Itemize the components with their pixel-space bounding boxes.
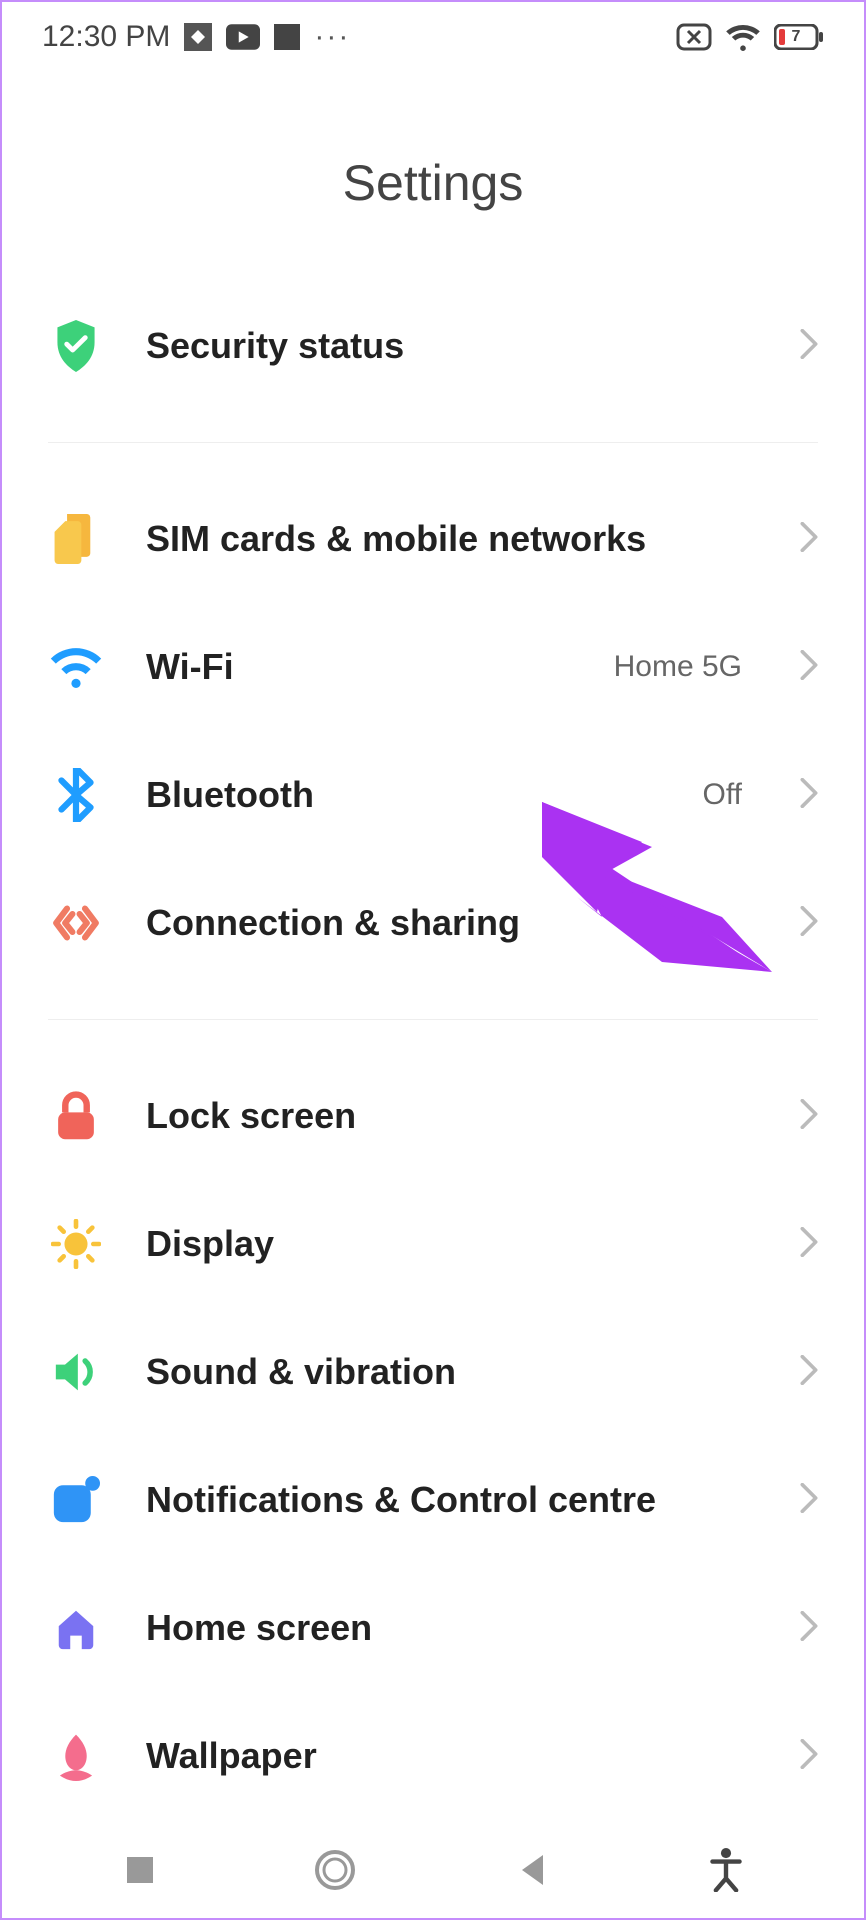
lock-icon [48,1088,104,1144]
settings-item-lock-screen[interactable]: Lock screen [48,1052,818,1180]
divider [48,1019,818,1020]
status-bar: 12:30 PM ··· 7 [2,2,864,54]
navigation-bar [2,1822,864,1918]
bluetooth-icon [48,767,104,823]
nav-accessibility-button[interactable] [686,1830,766,1910]
settings-item-notifications[interactable]: Notifications & Control centre [48,1436,818,1564]
settings-item-value: Home 5G [614,650,742,684]
settings-item-wifi[interactable]: Wi-Fi Home 5G [48,603,818,731]
settings-item-label: Wallpaper [146,1735,758,1777]
settings-item-label: Security status [146,325,758,367]
home-icon [48,1600,104,1656]
chevron-right-icon [800,1483,818,1518]
status-no-sim-icon [676,23,712,51]
nav-back-button[interactable] [491,1830,571,1910]
chevron-right-icon [800,329,818,364]
chevron-right-icon [800,1611,818,1646]
settings-item-display[interactable]: Display [48,1180,818,1308]
status-youtube-icon [226,24,260,50]
divider [48,442,818,443]
sun-icon [48,1216,104,1272]
page-title: Settings [2,154,864,212]
settings-item-label: Bluetooth [146,774,661,816]
settings-item-label: Lock screen [146,1095,758,1137]
settings-item-label: Connection & sharing [146,902,758,944]
settings-item-label: Sound & vibration [146,1351,758,1393]
status-time: 12:30 PM [42,20,170,54]
settings-item-wallpaper[interactable]: Wallpaper [48,1692,818,1820]
chevron-right-icon [800,650,818,685]
chevron-right-icon [800,778,818,813]
shield-check-icon [48,318,104,374]
wifi-icon [48,639,104,695]
status-app-icon [274,24,300,50]
chevron-right-icon [800,1739,818,1774]
settings-item-sound[interactable]: Sound & vibration [48,1308,818,1436]
chevron-right-icon [800,1099,818,1134]
status-wifi-icon [726,23,760,51]
settings-item-label: Display [146,1223,758,1265]
settings-item-bluetooth[interactable]: Bluetooth Off [48,731,818,859]
settings-item-label: SIM cards & mobile networks [146,518,758,560]
settings-item-label: Home screen [146,1607,758,1649]
nav-home-button[interactable] [295,1830,375,1910]
connection-sharing-icon [48,895,104,951]
nav-recent-button[interactable] [100,1830,180,1910]
settings-item-connection-sharing[interactable]: Connection & sharing [48,859,818,987]
chevron-right-icon [800,1355,818,1390]
tulip-icon [48,1728,104,1784]
chevron-right-icon [800,906,818,941]
settings-item-security-status[interactable]: Security status [48,282,818,410]
notifications-icon [48,1472,104,1528]
sim-card-icon [48,511,104,567]
chevron-right-icon [800,1227,818,1262]
settings-item-value: Off [703,778,742,812]
settings-item-label: Notifications & Control centre [146,1479,758,1521]
speaker-icon [48,1344,104,1400]
chevron-right-icon [800,522,818,557]
settings-item-home-screen[interactable]: Home screen [48,1564,818,1692]
settings-item-sim[interactable]: SIM cards & mobile networks [48,475,818,603]
status-more-icon: ··· [314,20,350,54]
status-battery-level: 7 [774,24,818,50]
status-sync-icon [184,23,212,51]
settings-item-label: Wi-Fi [146,646,572,688]
status-battery-icon: 7 [774,24,824,50]
